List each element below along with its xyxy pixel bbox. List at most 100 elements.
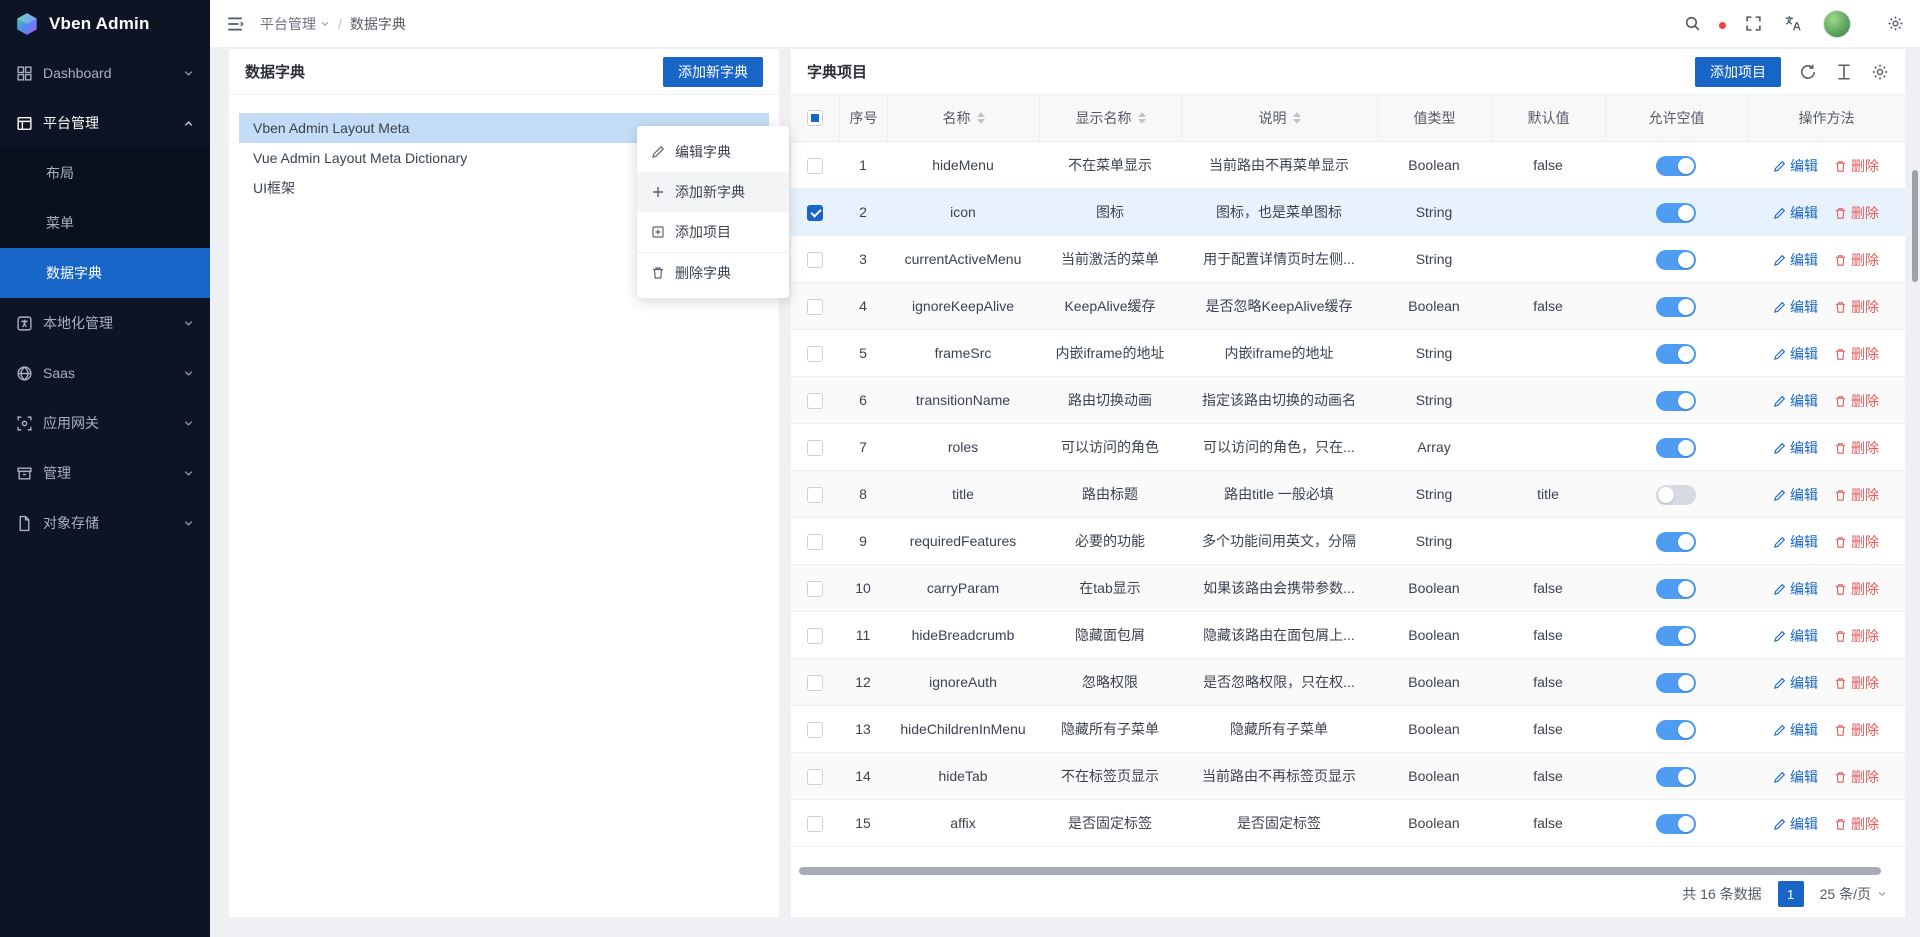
column-header-display[interactable]: 显示名称 [1039, 95, 1181, 141]
row-checkbox[interactable] [807, 722, 823, 738]
row-height-icon[interactable] [1835, 63, 1853, 81]
table-row[interactable]: 8title路由标题路由title 一般必填Stringtitle编辑删除 [791, 471, 1905, 518]
row-checkbox[interactable] [807, 581, 823, 597]
table-row[interactable]: 1hideMenu不在菜单显示当前路由不再菜单显示Booleanfalse编辑删… [791, 142, 1905, 189]
delete-link[interactable]: 删除 [1834, 143, 1879, 188]
sidebar-item-object-storage[interactable]: 对象存储 [0, 498, 210, 548]
add-item-button[interactable]: 添加项目 [1695, 57, 1781, 87]
row-checkbox[interactable] [807, 534, 823, 550]
nullable-toggle[interactable] [1656, 814, 1696, 834]
row-checkbox[interactable] [807, 487, 823, 503]
edit-link[interactable]: 编辑 [1773, 613, 1818, 658]
add-dictionary-button[interactable]: 添加新字典 [663, 57, 763, 87]
page-size-select[interactable]: 25 条/页 [1820, 884, 1887, 904]
context-menu-delete-dictionary[interactable]: 删除字典 [637, 252, 789, 292]
nullable-toggle[interactable] [1656, 438, 1696, 458]
sidebar-item-localization[interactable]: 本地化管理 [0, 298, 210, 348]
sort-carets[interactable] [1138, 112, 1146, 124]
breadcrumb-root[interactable]: 平台管理 [260, 14, 330, 34]
table-row[interactable]: 11hideBreadcrumb隐藏面包屑隐藏该路由在面包屑上...Boolea… [791, 612, 1905, 659]
fullscreen-icon[interactable] [1745, 15, 1762, 32]
horizontal-scrollbar[interactable] [799, 867, 1881, 875]
row-checkbox[interactable] [807, 205, 823, 221]
table-row[interactable]: 15affix是否固定标签是否固定标签Booleanfalse编辑删除 [791, 800, 1905, 847]
column-header-name[interactable]: 名称 [887, 95, 1039, 141]
window-vertical-scrollbar[interactable] [1912, 170, 1918, 282]
column-header-sel[interactable] [791, 95, 839, 141]
edit-link[interactable]: 编辑 [1773, 472, 1818, 517]
table-row[interactable]: 7roles可以访问的角色可以访问的角色，只在...Array编辑删除 [791, 424, 1905, 471]
sidebar-item-data-dictionary[interactable]: 数据字典 [0, 248, 210, 298]
app-logo[interactable]: Vben Admin [0, 0, 210, 48]
table-row[interactable]: 3currentActiveMenu当前激活的菜单用于配置详情页时左侧...St… [791, 236, 1905, 283]
delete-link[interactable]: 删除 [1834, 754, 1879, 799]
user-avatar[interactable] [1823, 10, 1851, 38]
delete-link[interactable]: 删除 [1834, 660, 1879, 705]
edit-link[interactable]: 编辑 [1773, 754, 1818, 799]
select-all-checkbox[interactable] [807, 110, 823, 126]
delete-link[interactable]: 删除 [1834, 425, 1879, 470]
table-row[interactable]: 12ignoreAuth忽略权限是否忽略权限，只在权...Booleanfals… [791, 659, 1905, 706]
nullable-toggle[interactable] [1656, 250, 1696, 270]
table-row[interactable]: 9requiredFeatures必要的功能多个功能间用英文，分隔String编… [791, 518, 1905, 565]
delete-link[interactable]: 删除 [1834, 566, 1879, 611]
edit-link[interactable]: 编辑 [1773, 707, 1818, 752]
delete-link[interactable]: 删除 [1834, 472, 1879, 517]
edit-link[interactable]: 编辑 [1773, 237, 1818, 282]
edit-link[interactable]: 编辑 [1773, 378, 1818, 423]
row-checkbox[interactable] [807, 299, 823, 315]
delete-link[interactable]: 删除 [1834, 237, 1879, 282]
nullable-toggle[interactable] [1656, 720, 1696, 740]
edit-link[interactable]: 编辑 [1773, 425, 1818, 470]
delete-link[interactable]: 删除 [1834, 378, 1879, 423]
column-header-desc[interactable]: 说明 [1181, 95, 1377, 141]
edit-link[interactable]: 编辑 [1773, 801, 1818, 846]
nullable-toggle[interactable] [1656, 626, 1696, 646]
delete-link[interactable]: 删除 [1834, 707, 1879, 752]
context-menu-add-item[interactable]: 添加项目 [637, 212, 789, 252]
sidebar-item-layout[interactable]: 布局 [0, 148, 210, 198]
edit-link[interactable]: 编辑 [1773, 143, 1818, 188]
row-checkbox[interactable] [807, 675, 823, 691]
pagination-page-1[interactable]: 1 [1778, 881, 1804, 907]
delete-link[interactable]: 删除 [1834, 801, 1879, 846]
nullable-toggle[interactable] [1656, 673, 1696, 693]
edit-link[interactable]: 编辑 [1773, 284, 1818, 329]
nullable-toggle[interactable] [1656, 767, 1696, 787]
table-row[interactable]: 6transitionName路由切换动画指定该路由切换的动画名String编辑… [791, 377, 1905, 424]
row-checkbox[interactable] [807, 252, 823, 268]
nullable-toggle[interactable] [1656, 579, 1696, 599]
table-row[interactable]: 2icon图标图标，也是菜单图标String编辑删除 [791, 189, 1905, 236]
nullable-toggle[interactable] [1656, 203, 1696, 223]
delete-link[interactable]: 删除 [1834, 284, 1879, 329]
delete-link[interactable]: 删除 [1834, 190, 1879, 235]
theme-settings-gear-icon[interactable] [1887, 15, 1904, 32]
search-icon[interactable] [1684, 15, 1701, 32]
context-menu-edit-dictionary[interactable]: 编辑字典 [637, 132, 789, 172]
nullable-toggle[interactable] [1656, 485, 1696, 505]
sidebar-collapse-icon[interactable] [226, 15, 244, 33]
sort-carets[interactable] [1293, 112, 1301, 124]
delete-link[interactable]: 删除 [1834, 331, 1879, 376]
nullable-toggle[interactable] [1656, 156, 1696, 176]
row-checkbox[interactable] [807, 393, 823, 409]
table-row[interactable]: 13hideChildrenInMenu隐藏所有子菜单隐藏所有子菜单Boolea… [791, 706, 1905, 753]
nullable-toggle[interactable] [1656, 297, 1696, 317]
sidebar-item-saas[interactable]: Saas [0, 348, 210, 398]
edit-link[interactable]: 编辑 [1773, 331, 1818, 376]
refresh-icon[interactable] [1799, 63, 1817, 81]
row-checkbox[interactable] [807, 769, 823, 785]
nullable-toggle[interactable] [1656, 532, 1696, 552]
row-checkbox[interactable] [807, 346, 823, 362]
edit-link[interactable]: 编辑 [1773, 660, 1818, 705]
delete-link[interactable]: 删除 [1834, 613, 1879, 658]
sidebar-item-app-gateway[interactable]: 应用网关 [0, 398, 210, 448]
sort-carets[interactable] [977, 112, 985, 124]
sidebar-item-management[interactable]: 管理 [0, 448, 210, 498]
sidebar-item-dashboard[interactable]: Dashboard [0, 48, 210, 98]
sidebar-item-platform-management[interactable]: 平台管理 [0, 98, 210, 148]
language-translate-icon[interactable] [1784, 15, 1801, 32]
row-checkbox[interactable] [807, 816, 823, 832]
row-checkbox[interactable] [807, 628, 823, 644]
table-row[interactable]: 10carryParam在tab显示如果该路由会携带参数...Booleanfa… [791, 565, 1905, 612]
